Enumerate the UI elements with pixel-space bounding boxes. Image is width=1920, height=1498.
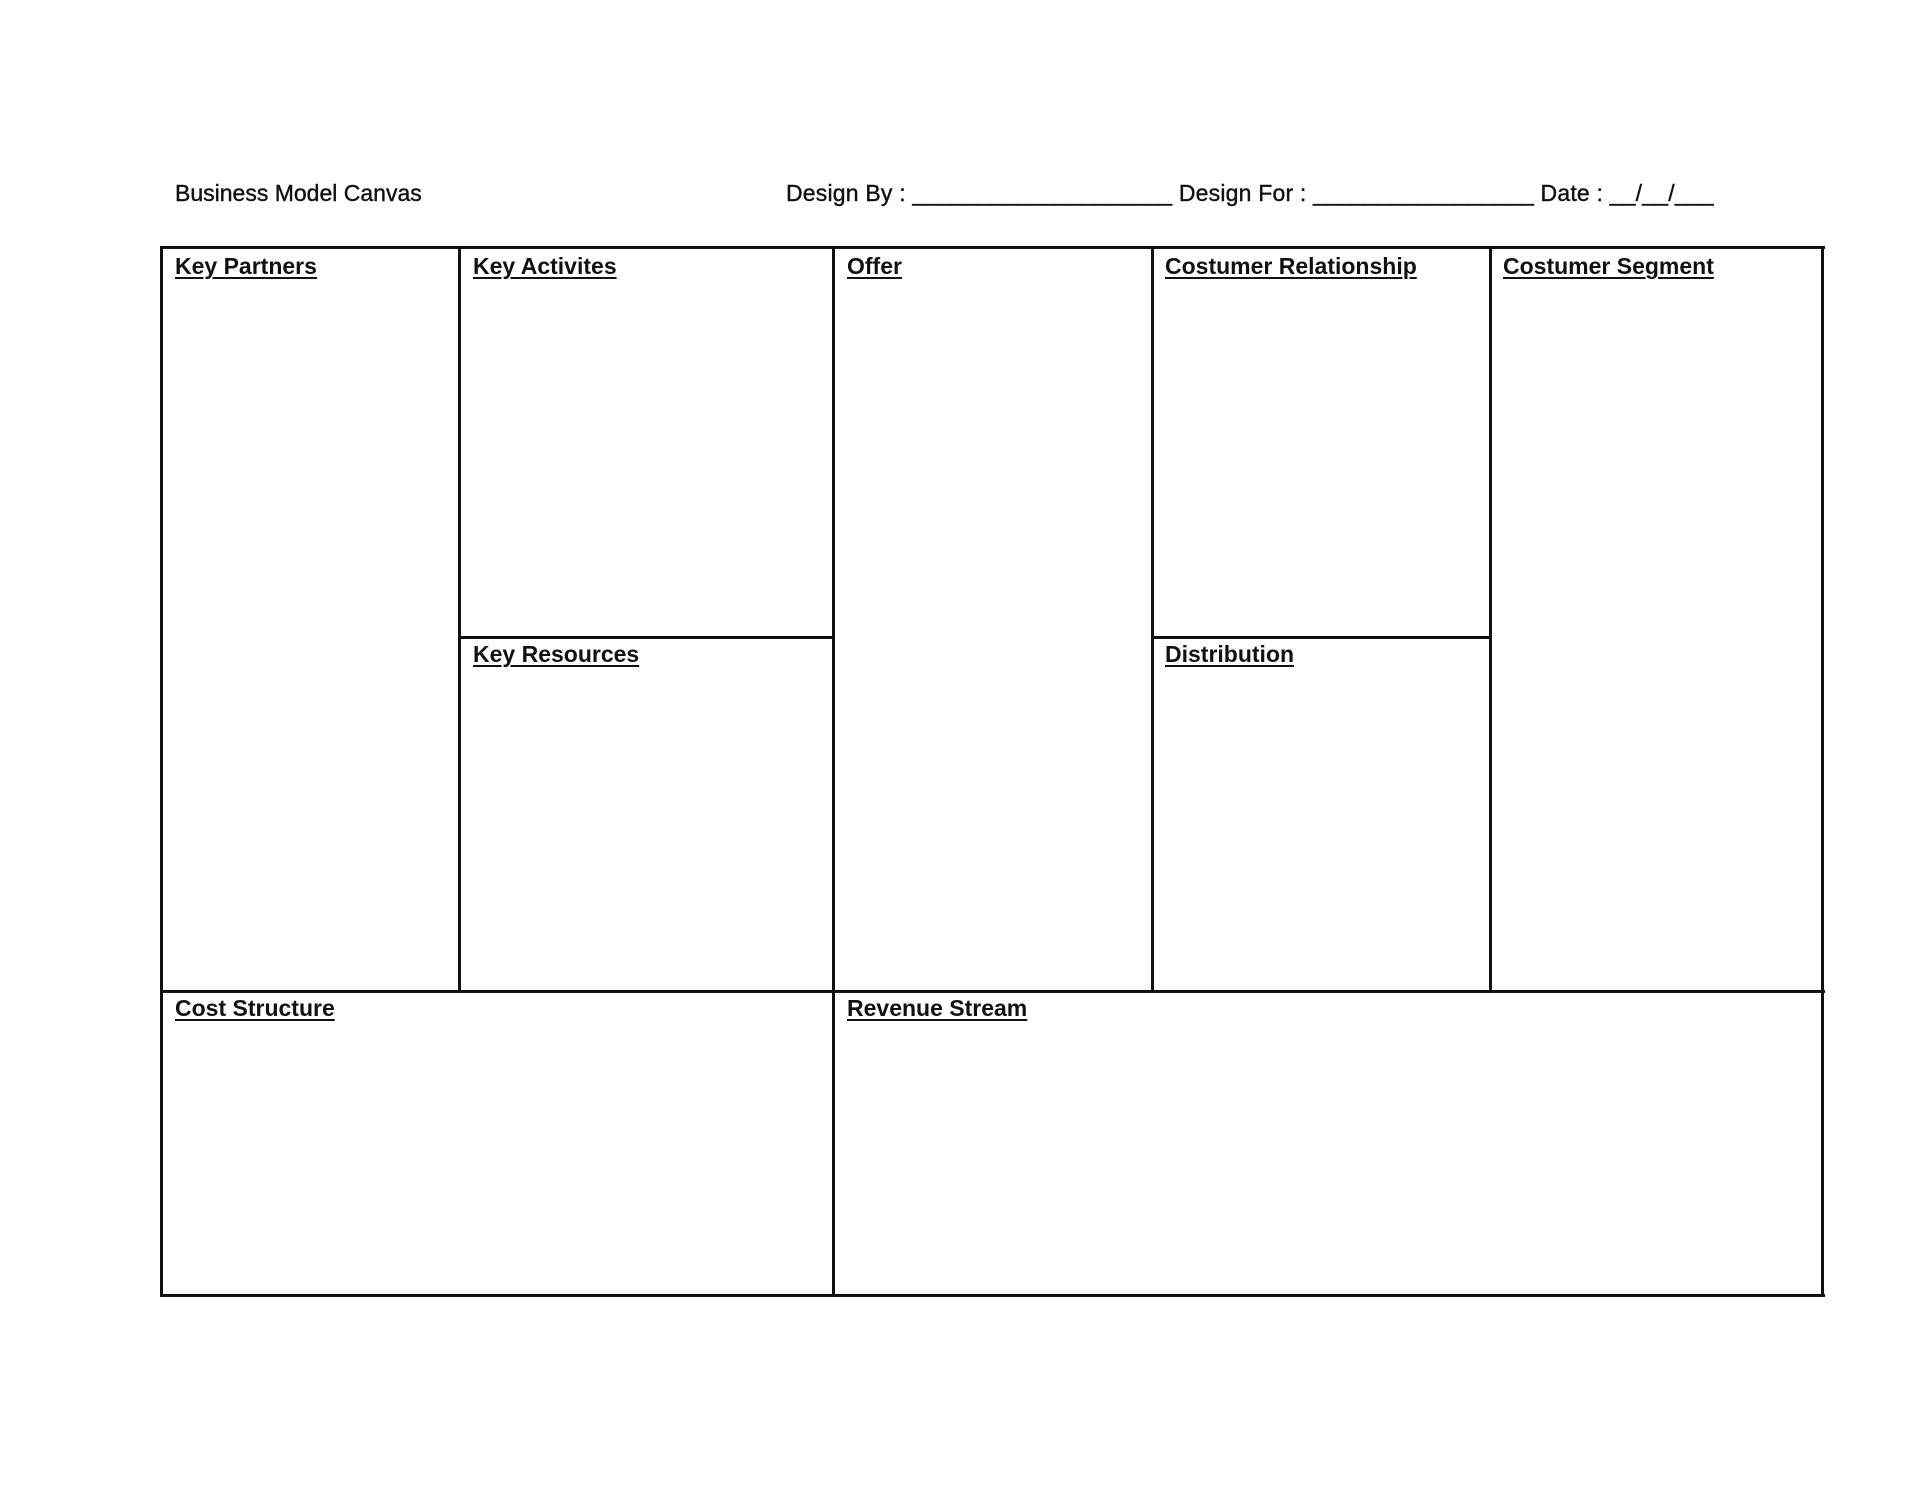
date-field[interactable]: Date : __/__/___: [1534, 180, 1713, 206]
offer-label: Offer: [847, 253, 902, 279]
key-activities-label: Key Activites: [473, 253, 617, 279]
cell-key-activities[interactable]: Key Activites: [461, 249, 832, 636]
cell-revenue-stream[interactable]: Revenue Stream: [835, 993, 1821, 1294]
design-for-field[interactable]: Design For : _________________: [1172, 180, 1534, 206]
distribution-label: Distribution: [1165, 641, 1295, 667]
cell-offer[interactable]: Offer: [835, 249, 1151, 990]
cell-key-partners[interactable]: Key Partners: [163, 249, 458, 990]
cell-customer-relationship[interactable]: Costumer Relationship: [1154, 249, 1489, 636]
revenue-stream-label: Revenue Stream: [847, 995, 1028, 1021]
cell-distribution[interactable]: Distribution: [1154, 639, 1489, 990]
key-partners-label: Key Partners: [175, 253, 317, 279]
customer-segment-label: Costumer Segment: [1503, 253, 1714, 279]
cell-customer-segment[interactable]: Costumer Segment: [1492, 249, 1821, 990]
cell-cost-structure[interactable]: Cost Structure: [163, 993, 832, 1294]
design-by-field[interactable]: Design By : ____________________: [786, 180, 1172, 206]
header-meta: Design By : ____________________ Design …: [786, 180, 1714, 207]
key-resources-label: Key Resources: [473, 641, 640, 667]
cost-structure-label: Cost Structure: [175, 995, 335, 1021]
document-title: Business Model Canvas: [175, 180, 422, 206]
customer-relationship-label: Costumer Relationship: [1165, 253, 1417, 279]
grid-border-bottom: [160, 1294, 1825, 1297]
grid-border-right: [1821, 246, 1824, 1297]
cell-key-resources[interactable]: Key Resources: [461, 639, 832, 990]
